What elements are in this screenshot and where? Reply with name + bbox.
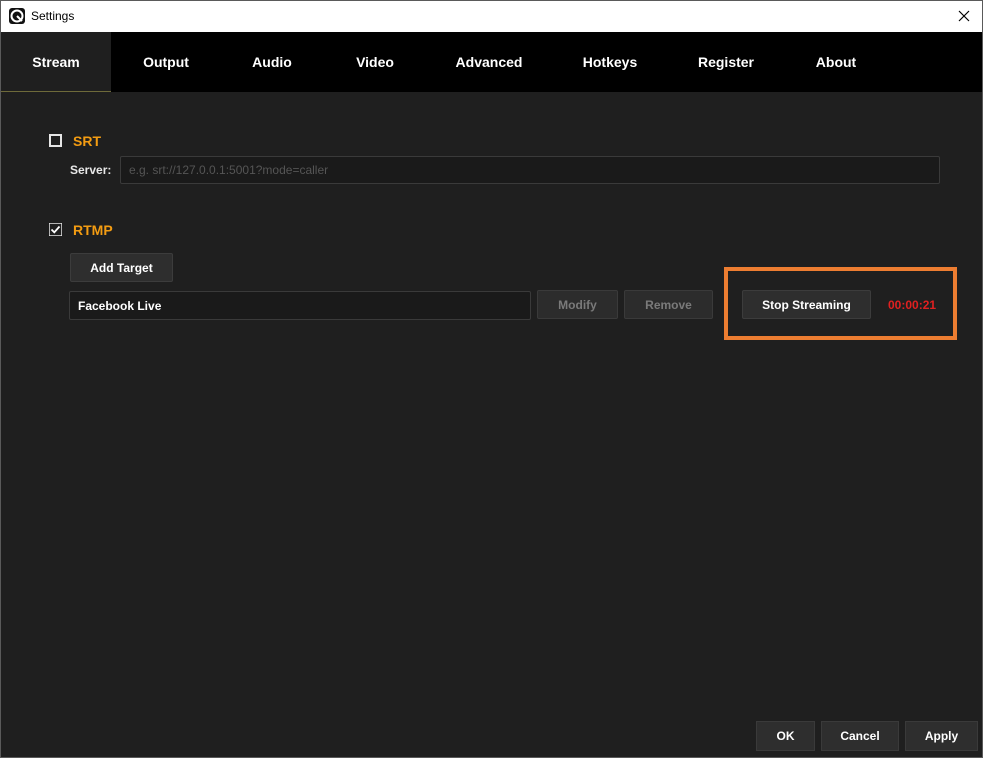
- settings-window: Settings Stream Output Audio Video Advan…: [0, 0, 983, 758]
- rtmp-target-name: Facebook Live: [78, 298, 162, 313]
- remove-button[interactable]: Remove: [624, 290, 713, 319]
- tab-output[interactable]: Output: [111, 32, 221, 92]
- tab-hotkeys[interactable]: Hotkeys: [551, 32, 669, 92]
- add-target-button[interactable]: Add Target: [70, 253, 173, 282]
- checkmark-icon: [49, 223, 62, 236]
- close-button[interactable]: [952, 5, 976, 27]
- app-logo-icon: [9, 8, 25, 24]
- window-title: Settings: [31, 9, 75, 23]
- cancel-button[interactable]: Cancel: [821, 721, 899, 751]
- rtmp-checkbox[interactable]: [49, 223, 62, 236]
- tab-stream[interactable]: Stream: [1, 32, 111, 92]
- tab-video[interactable]: Video: [323, 32, 427, 92]
- apply-button[interactable]: Apply: [905, 721, 978, 751]
- stop-streaming-button[interactable]: Stop Streaming: [742, 290, 871, 319]
- srt-checkbox[interactable]: [49, 134, 62, 147]
- title-bar: Settings: [1, 1, 982, 32]
- rtmp-target-field[interactable]: Facebook Live: [69, 291, 531, 320]
- ok-button[interactable]: OK: [756, 721, 815, 751]
- tab-advanced[interactable]: Advanced: [427, 32, 551, 92]
- rtmp-label: RTMP: [73, 222, 113, 238]
- stream-settings-panel: SRT Server: e.g. srt://127.0.0.1:5001?mo…: [1, 92, 982, 757]
- tab-register[interactable]: Register: [669, 32, 783, 92]
- close-icon: [958, 10, 970, 22]
- tab-audio[interactable]: Audio: [221, 32, 323, 92]
- tab-bar: Stream Output Audio Video Advanced Hotke…: [1, 32, 982, 92]
- srt-label: SRT: [73, 133, 101, 149]
- srt-server-placeholder: e.g. srt://127.0.0.1:5001?mode=caller: [129, 163, 329, 177]
- modify-button[interactable]: Modify: [537, 290, 618, 319]
- tab-about[interactable]: About: [783, 32, 889, 92]
- srt-server-label: Server:: [70, 163, 112, 177]
- stream-elapsed-timer: 00:00:21: [888, 298, 937, 312]
- srt-server-input[interactable]: e.g. srt://127.0.0.1:5001?mode=caller: [120, 156, 940, 184]
